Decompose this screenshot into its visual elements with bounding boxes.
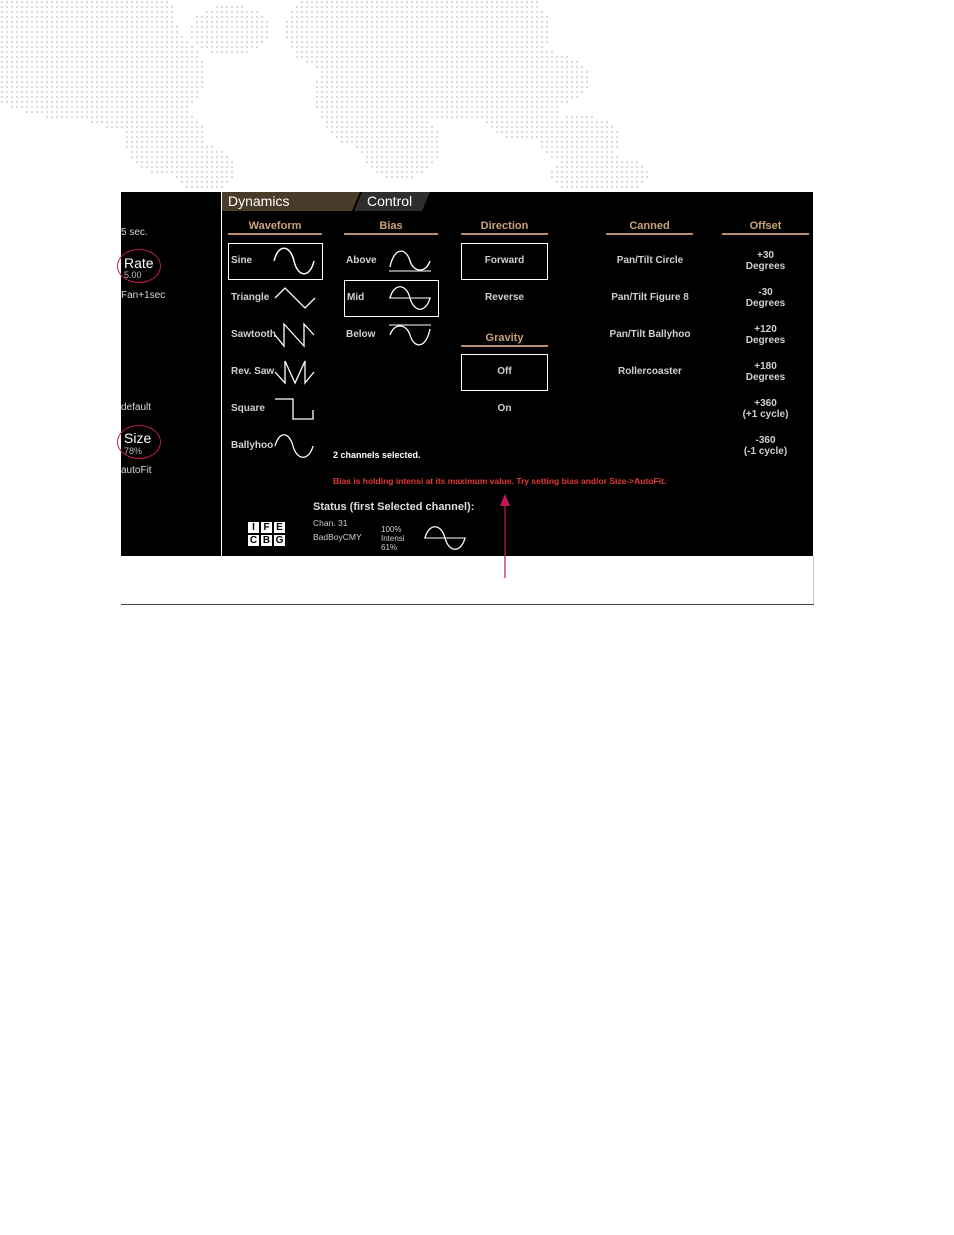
offset-value: -30 (758, 287, 773, 298)
logo-letter: B (261, 535, 272, 546)
waveform-square-label[interactable]: Square (231, 403, 265, 414)
size-min-label: default (121, 402, 152, 413)
sine-wave-icon (273, 247, 315, 275)
gravity-header: Gravity (461, 332, 548, 347)
bias-above-icon (389, 250, 431, 272)
tab-dynamics[interactable]: Dynamics (228, 192, 289, 210)
parameter-sidebar: 5 sec. Rate 5.00 Fan+1sec default Size 7… (117, 192, 221, 556)
offset-header: Offset (722, 220, 809, 235)
waveform-sine-label: Sine (231, 255, 253, 266)
dynamics-panel: Dynamics Control Waveform Bias Direction… (222, 192, 813, 556)
offset-minus360-button[interactable]: -360 (-1 cycle) (722, 435, 809, 457)
callout-arrow (500, 494, 510, 578)
ife-logo: I F E C B G (247, 521, 289, 549)
waveform-header: Waveform (228, 220, 322, 235)
offset-value: +30 (757, 250, 774, 261)
size-label[interactable]: Size (124, 430, 151, 446)
selection-message: 2 channels selected. (333, 450, 421, 460)
rate-label[interactable]: Rate (124, 255, 154, 271)
offset-value: +120 (754, 324, 777, 335)
offset-plus180-button[interactable]: +180 Degrees (722, 361, 809, 383)
status-waveform-icon (424, 526, 466, 550)
bias-warning-message: Bias is holding intensi at its maximum v… (333, 476, 667, 486)
offset-plus120-button[interactable]: +120 Degrees (722, 324, 809, 346)
logo-letter: I (248, 522, 259, 533)
canned-header: Canned (606, 220, 693, 235)
rate-max-label: Fan+1sec (121, 290, 166, 301)
offset-unit: Degrees (745, 261, 786, 272)
rate-min-label: 5 sec. (121, 227, 148, 238)
canned-pan-tilt-ballyhoo[interactable]: Pan/Tilt Ballyhoo (600, 329, 700, 340)
bias-mid-label: Mid (347, 292, 365, 303)
canned-rollercoaster[interactable]: Rollercoaster (600, 366, 700, 377)
size-max-label: autoFit (121, 465, 152, 476)
offset-unit: Degrees (745, 298, 786, 309)
status-channel: Chan. 31 (313, 518, 348, 528)
canned-pan-tilt-circle[interactable]: Pan/Tilt Circle (600, 255, 700, 266)
offset-value: -360 (755, 435, 776, 446)
offset-plus30-button[interactable]: +30 Degrees (722, 250, 809, 272)
logo-letter: C (248, 535, 259, 546)
waveform-revsaw-label[interactable]: Rev. Saw (231, 366, 274, 377)
frame-bottom-edge (121, 604, 814, 605)
bias-header: Bias (344, 220, 438, 235)
bias-mid-icon (389, 286, 431, 310)
offset-plus360-button[interactable]: +360 (+1 cycle) (722, 398, 809, 420)
direction-reverse-button[interactable]: Reverse (461, 292, 548, 303)
offset-unit: (+1 cycle) (742, 409, 789, 420)
logo-letter: F (261, 522, 272, 533)
status-title: Status (first Selected channel): (313, 501, 475, 513)
gravity-off-label: Off (497, 366, 512, 377)
waveform-ballyhoo-label[interactable]: Ballyhoo (231, 440, 273, 451)
offset-minus30-button[interactable]: -30 Degrees (722, 287, 809, 309)
bias-below-icon (389, 324, 431, 346)
logo-letter: G (274, 535, 285, 546)
offset-unit: Degrees (745, 335, 786, 346)
direction-header: Direction (461, 220, 548, 235)
reverse-saw-wave-icon (274, 360, 315, 385)
size-value: 78% (124, 446, 143, 456)
world-map-background (1, 1, 648, 188)
status-parameter: Intensi (381, 534, 405, 543)
offset-unit: Degrees (745, 372, 786, 383)
waveform-sawtooth-label[interactable]: Sawtooth (231, 329, 276, 340)
logo-letter: E (274, 522, 285, 533)
tab-control[interactable]: Control (367, 192, 412, 210)
sawtooth-wave-icon (274, 322, 315, 348)
canned-pan-tilt-figure8[interactable]: Pan/Tilt Figure 8 (600, 292, 700, 303)
gravity-on-button[interactable]: On (461, 403, 548, 414)
status-fixture: BadBoyCMY (313, 532, 362, 542)
square-wave-icon (275, 398, 314, 420)
triangle-wave-icon (274, 287, 316, 309)
status-value-bottom: 61% (381, 543, 398, 552)
offset-value: +180 (754, 361, 777, 372)
offset-value: +360 (754, 398, 777, 409)
frame-right-edge (813, 556, 814, 605)
waveform-triangle-label[interactable]: Triangle (231, 292, 269, 303)
bias-above-label[interactable]: Above (346, 255, 377, 266)
ballyhoo-wave-icon (274, 434, 314, 458)
rate-value: 5.00 (124, 270, 142, 280)
direction-forward-label: Forward (484, 255, 525, 266)
bias-below-label[interactable]: Below (346, 329, 375, 340)
status-value-top: 100% (381, 525, 402, 534)
offset-unit: (-1 cycle) (743, 446, 788, 457)
